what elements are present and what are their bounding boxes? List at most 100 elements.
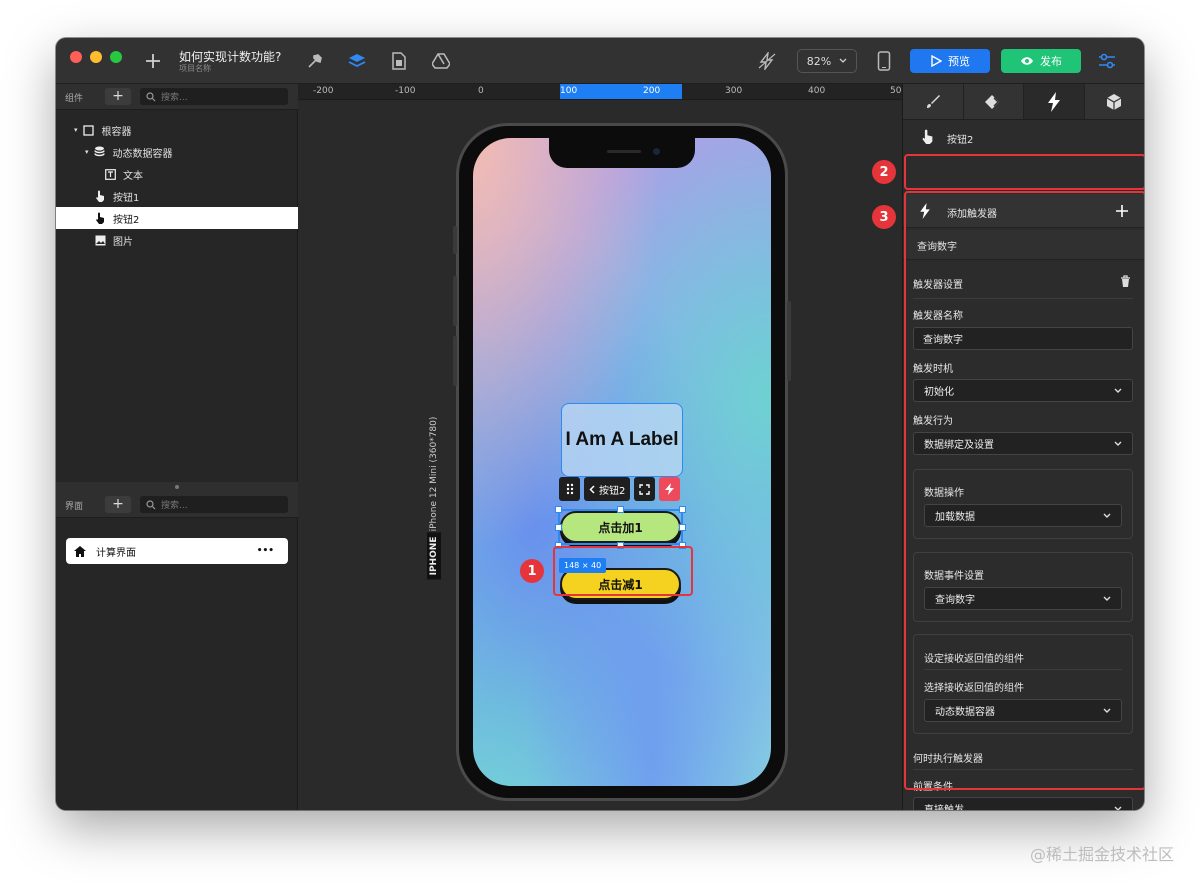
side-button	[453, 336, 457, 386]
tree-item-button2[interactable]: 按钮2	[56, 207, 298, 229]
selection-outline	[558, 509, 683, 545]
chevron-left-icon	[589, 484, 595, 494]
resize-handle[interactable]	[679, 524, 686, 531]
annotation-badge-1: 1	[520, 559, 544, 583]
side-button	[453, 276, 457, 326]
horizontal-ruler: -200 -100 0 100 200 300 400 50	[298, 84, 902, 100]
ruler-label: 0	[478, 86, 484, 96]
side-button	[787, 301, 791, 381]
side-button	[453, 226, 457, 254]
database-icon	[94, 146, 106, 158]
cube-icon	[1106, 93, 1122, 110]
minimize-window-button[interactable]	[90, 51, 102, 63]
close-window-button[interactable]	[70, 51, 82, 63]
resize-handle[interactable]	[679, 506, 686, 513]
selected-component-name: 按钮2	[947, 135, 974, 146]
ruler-label: 300	[725, 86, 743, 96]
annotation-badge-2: 2	[872, 160, 896, 184]
layers-search-placeholder: 搜索...	[161, 93, 188, 103]
tree-item-root[interactable]: ▾ 根容器	[56, 119, 298, 141]
precondition-select[interactable]: 直接触发	[913, 797, 1133, 810]
expand-icon[interactable]	[634, 477, 656, 501]
layers-icon[interactable]	[346, 50, 368, 72]
device-icon[interactable]	[873, 50, 895, 72]
zoom-window-button[interactable]	[110, 51, 122, 63]
play-icon	[931, 55, 942, 67]
resize-dot	[175, 485, 179, 489]
pages-search-input[interactable]: 搜索...	[140, 496, 288, 513]
trigger-icon[interactable]	[659, 477, 681, 501]
toolbar-component-label: 按钮2	[599, 485, 626, 497]
layers-header: 组件 + 搜索...	[56, 84, 298, 110]
hand-pointer-icon	[94, 190, 106, 202]
ruler-label: -100	[395, 86, 416, 96]
tree-item-label: 文本	[123, 170, 143, 182]
tree-item-button1[interactable]: 按钮1	[56, 185, 298, 207]
add-page-button[interactable]: +	[105, 496, 131, 513]
phone-frame: I Am A Label 按钮2 点击加1 点击减1 148 × 40	[453, 123, 791, 801]
tree-item-dynamic-container[interactable]: ▾ 动态数据容器	[56, 141, 298, 163]
preview-button[interactable]: 预览	[910, 49, 990, 73]
pages-header: 界面 + 搜索...	[56, 492, 298, 518]
annotation-box-3	[904, 191, 1144, 790]
resize-handle[interactable]	[617, 506, 624, 513]
titlebar: 如何实现计数功能? 项目名称 82% 预览 发布	[56, 38, 1144, 84]
tree-item-label: 按钮2	[113, 214, 140, 226]
document-grid-icon[interactable]	[388, 50, 410, 72]
caret-down-icon[interactable]: ▾	[74, 126, 78, 134]
watermark: @稀土掘金技术社区	[1029, 845, 1174, 864]
tab-components[interactable]	[1084, 84, 1144, 119]
layers-search-input[interactable]: 搜索...	[140, 88, 288, 105]
tab-style[interactable]	[903, 84, 964, 119]
home-icon	[74, 545, 86, 557]
ruler-selection-highlight	[560, 84, 682, 99]
tree-item-text[interactable]: 文本	[56, 163, 298, 185]
ruler-label: 100	[560, 86, 578, 96]
tab-interaction[interactable]	[963, 84, 1024, 119]
tree-item-label: 图片	[113, 236, 133, 248]
caret-down-icon[interactable]: ▾	[85, 148, 89, 156]
resize-handle[interactable]	[555, 524, 562, 531]
pages-search-placeholder: 搜索...	[161, 501, 188, 511]
diamond-arrows-icon	[985, 94, 1000, 109]
select-parent-button[interactable]: 按钮2	[584, 477, 631, 501]
sliders-icon[interactable]	[1096, 50, 1118, 72]
layers-header-label: 组件	[65, 94, 84, 104]
tree-item-label: 根容器	[101, 126, 132, 138]
ruler-label: 50	[890, 86, 902, 96]
pages-header-label: 界面	[65, 502, 84, 512]
annotation-box-2	[904, 154, 1144, 190]
panel-resize-handle[interactable]	[56, 482, 298, 492]
flash-off-icon[interactable]	[756, 50, 778, 72]
speaker	[607, 150, 641, 153]
publish-label: 发布	[1040, 55, 1062, 68]
hand-pointer-icon	[94, 212, 106, 224]
resize-handle[interactable]	[555, 506, 562, 513]
search-icon	[146, 91, 156, 101]
add-component-button[interactable]: +	[105, 88, 131, 105]
precondition-value: 直接触发	[924, 801, 964, 810]
ruler-label: -200	[313, 86, 334, 96]
canvas[interactable]: -200 -100 0 100 200 300 400 50 iPhone 12…	[298, 84, 902, 810]
hammer-icon[interactable]	[304, 50, 326, 72]
drive-icon[interactable]	[430, 50, 452, 72]
image-icon	[94, 234, 106, 246]
floating-toolbar: 按钮2	[559, 477, 681, 501]
plus-icon[interactable]	[142, 50, 164, 72]
tab-triggers[interactable]	[1024, 84, 1085, 119]
preview-label: 预览	[948, 55, 970, 68]
text-icon	[104, 168, 116, 180]
more-icon[interactable]: •••	[257, 546, 274, 556]
zoom-value: 82%	[806, 54, 832, 68]
eye-icon	[1021, 57, 1033, 65]
square-icon	[83, 124, 95, 136]
tree-item-image[interactable]: 图片	[56, 229, 298, 251]
publish-button[interactable]: 发布	[1001, 49, 1081, 73]
label-component[interactable]: I Am A Label	[561, 403, 683, 477]
drag-handle-icon[interactable]	[559, 477, 580, 501]
page-item-calc[interactable]: 计算界面 •••	[66, 538, 288, 564]
search-icon	[146, 499, 156, 509]
lightning-icon	[1047, 91, 1060, 112]
zoom-select[interactable]: 82%	[797, 49, 857, 73]
phone-screen: I Am A Label 按钮2 点击加1 点击减1 148 × 40	[473, 138, 771, 786]
